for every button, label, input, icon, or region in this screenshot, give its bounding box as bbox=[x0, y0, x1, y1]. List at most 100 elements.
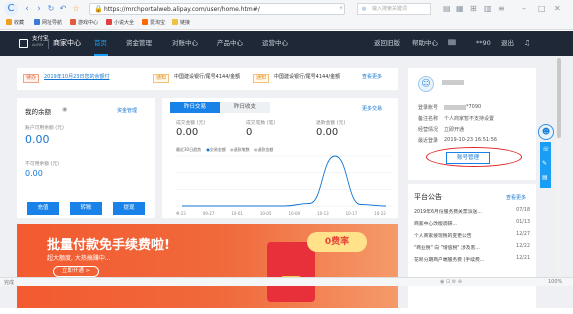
list-item[interactable]: 商家中心改版调研... 01/13 bbox=[414, 220, 530, 227]
banner-cta-button[interactable]: 立即开通 > bbox=[53, 266, 99, 277]
tools-icon[interactable]: ▤ bbox=[443, 4, 451, 13]
avatar[interactable]: ☺ bbox=[418, 76, 434, 92]
bookmark-icon bbox=[142, 19, 148, 25]
logout-link[interactable]: 退出 bbox=[501, 31, 514, 56]
menu-icon[interactable]: ≡ bbox=[498, 4, 505, 13]
lock-icon: 🔒 bbox=[94, 5, 103, 13]
bookmark-star-icon[interactable]: ☆ bbox=[71, 4, 81, 14]
announce-more-link[interactable]: 查看更多 bbox=[506, 194, 526, 201]
bell-icon[interactable]: ♫ bbox=[524, 31, 530, 56]
document-icon[interactable]: ▤ bbox=[542, 174, 548, 181]
history-icon[interactable]: ▥ bbox=[484, 4, 492, 13]
transfer-button[interactable]: 转账 bbox=[70, 202, 102, 215]
bookmark-item[interactable]: 链接 bbox=[172, 19, 190, 26]
stat-label: 退款金额 (元) bbox=[316, 121, 346, 126]
bookmark-item[interactable]: 收藏 bbox=[6, 19, 24, 26]
x-tick-label: 09-23 bbox=[176, 211, 186, 216]
x-tick-label: 10-22 bbox=[374, 211, 386, 216]
x-tick-label: 10-13 bbox=[317, 211, 329, 216]
back-icon[interactable]: ‹ bbox=[22, 4, 32, 14]
status-label: 经营情况 bbox=[418, 127, 439, 133]
scrollbar[interactable] bbox=[556, 56, 562, 277]
nav-item-products[interactable]: 产品中心 bbox=[217, 31, 243, 56]
remark-value: 个人商家暂不支持设置 bbox=[444, 116, 495, 122]
assistant-robot-icon[interactable]: ☻ bbox=[538, 124, 554, 140]
tab-yesterday-income[interactable]: 昨日收支 bbox=[220, 102, 270, 113]
refresh-icon[interactable]: ↻ bbox=[46, 4, 56, 14]
browser-logo-icon[interactable]: C bbox=[4, 2, 18, 16]
brand-subname: ALIPAY bbox=[32, 43, 44, 47]
bookmark-item[interactable]: 爱淘宝 bbox=[142, 19, 165, 26]
legend-title: 最近30日趋势 bbox=[176, 147, 202, 152]
unavailable-label: 不可用余额 (元) bbox=[25, 162, 60, 167]
notice-more-link[interactable]: 查看更多 bbox=[362, 74, 382, 81]
search-input[interactable]: ◎ 输入搜索关键词 bbox=[357, 3, 431, 15]
close-icon[interactable]: ✕ bbox=[554, 4, 561, 13]
profile-card: ☺ 登录账号 *7090 备注名称 个人商家暂不支持设置 经营情况 立即开通 最… bbox=[408, 68, 536, 180]
todo-tag: 待办 bbox=[23, 74, 40, 83]
list-item[interactable]: 花呗分期商户端服务费 (手续费... 12/21 bbox=[414, 256, 530, 263]
apps-icon[interactable]: ⊞ bbox=[470, 4, 477, 13]
favorite-icon[interactable]: ⚡ bbox=[339, 5, 343, 12]
headset-icon[interactable]: ☏ bbox=[542, 146, 550, 153]
notice-text[interactable]: 中国建设银行/尾号4144/金额 bbox=[174, 74, 240, 81]
list-item[interactable]: 个人商家接现税的变更公告 12/27 bbox=[414, 232, 530, 239]
alipay-logo-icon[interactable] bbox=[19, 39, 28, 48]
old-version-link[interactable]: 返回旧版 bbox=[374, 31, 400, 56]
extension-icon[interactable]: ▦ bbox=[456, 4, 464, 13]
zoom-level[interactable]: 100% bbox=[548, 279, 562, 285]
account-placeholder: ▒▒ bbox=[448, 40, 456, 46]
unavailable-value: 0.00 bbox=[25, 169, 43, 178]
banner-subtitle: 超大额度, 大热搞赚中... bbox=[47, 255, 111, 262]
notice-text[interactable]: 中国建设银行/尾号4144/金额 bbox=[274, 74, 340, 81]
nav-item-home[interactable]: 首页 bbox=[94, 31, 107, 56]
account-name[interactable]: **90 bbox=[476, 31, 491, 56]
status-link[interactable]: 立即开通 bbox=[444, 126, 464, 133]
nav-item-reconcile[interactable]: 对账中心 bbox=[172, 31, 198, 56]
eye-icon[interactable]: ◉ bbox=[62, 106, 67, 113]
withdraw-button[interactable]: 提现 bbox=[113, 202, 145, 215]
address-bar[interactable]: 🔒 https://mrchportalweb.alipay.com/user/… bbox=[89, 3, 345, 15]
todo-notice-link[interactable]: 2019年10月23日您的余额付 bbox=[44, 74, 109, 81]
x-tick-label: 10-01 bbox=[231, 211, 243, 216]
available-value: 0.00 bbox=[25, 133, 50, 146]
bookmark-item[interactable]: 游戏中心 bbox=[70, 19, 98, 26]
legend-item: 退款金额 bbox=[257, 147, 274, 152]
browser-chrome: C ‹ › ↻ ↶ ☆ 🔒 https://mrchportalweb.alip… bbox=[0, 0, 573, 30]
x-tick-label: 10-09 bbox=[288, 211, 300, 216]
bookmark-item[interactable]: 小说大全 bbox=[106, 19, 134, 26]
list-item[interactable]: 2019年6月份服务费关票派送... 07/18 bbox=[414, 208, 530, 215]
minimize-icon[interactable]: – bbox=[522, 4, 526, 13]
x-tick-label: 09-27 bbox=[203, 211, 215, 216]
tab-yesterday-trade[interactable]: 昨日交易 bbox=[170, 102, 220, 113]
notice-bar: 待办 2019年10月23日您的余额付 通知 中国建设银行/尾号4144/金额 … bbox=[17, 68, 398, 90]
list-item[interactable]: "商业税" 向 "增值税" 涉及客... 12/22 bbox=[414, 244, 530, 251]
trade-card: 昨日交易 昨日收支 更多交易 成交金额 (元) 0.00 成交笔数 (笔) 0 … bbox=[162, 98, 398, 218]
stat-value: 0 bbox=[246, 127, 253, 138]
brand-name: 支付宝 bbox=[32, 36, 49, 42]
login-redacted bbox=[444, 105, 466, 110]
name-redacted bbox=[442, 80, 464, 85]
bookmark-item[interactable]: 网址导航 bbox=[34, 19, 62, 26]
available-label: 账户可用余额 (元) bbox=[25, 126, 64, 131]
banner-title: 批量付款免手续费啦! bbox=[47, 238, 170, 253]
forward-icon[interactable]: › bbox=[34, 4, 44, 14]
edit-icon[interactable]: ✎ bbox=[542, 160, 547, 167]
zero-fee-badge: 0费率 bbox=[307, 232, 367, 252]
scrollbar-thumb[interactable] bbox=[557, 58, 561, 138]
undo-icon[interactable]: ↶ bbox=[58, 4, 68, 14]
nav-item-operations[interactable]: 运营中心 bbox=[262, 31, 288, 56]
legend-item: 交易金额 bbox=[209, 147, 226, 152]
help-center-link[interactable]: 帮助中心 bbox=[412, 31, 438, 56]
promo-banner[interactable]: 批量付款免手续费啦! 超大额度, 大热搞赚中... 立即开通 > 0费率 bbox=[17, 224, 398, 308]
bookmark-icon bbox=[106, 19, 112, 25]
status-text: 完成 bbox=[4, 280, 15, 286]
balance-title: 我的余额 bbox=[25, 108, 51, 116]
search-placeholder: 输入搜索关键词 bbox=[372, 6, 408, 12]
more-trade-link[interactable]: 更多交易 bbox=[362, 105, 382, 112]
bookmark-icon bbox=[34, 19, 40, 25]
recharge-button[interactable]: 充值 bbox=[27, 202, 59, 215]
maximize-icon[interactable]: □ bbox=[538, 4, 546, 13]
funds-manage-link[interactable]: 资金管理 bbox=[117, 107, 137, 114]
nav-item-funds[interactable]: 资金管理 bbox=[126, 31, 152, 56]
